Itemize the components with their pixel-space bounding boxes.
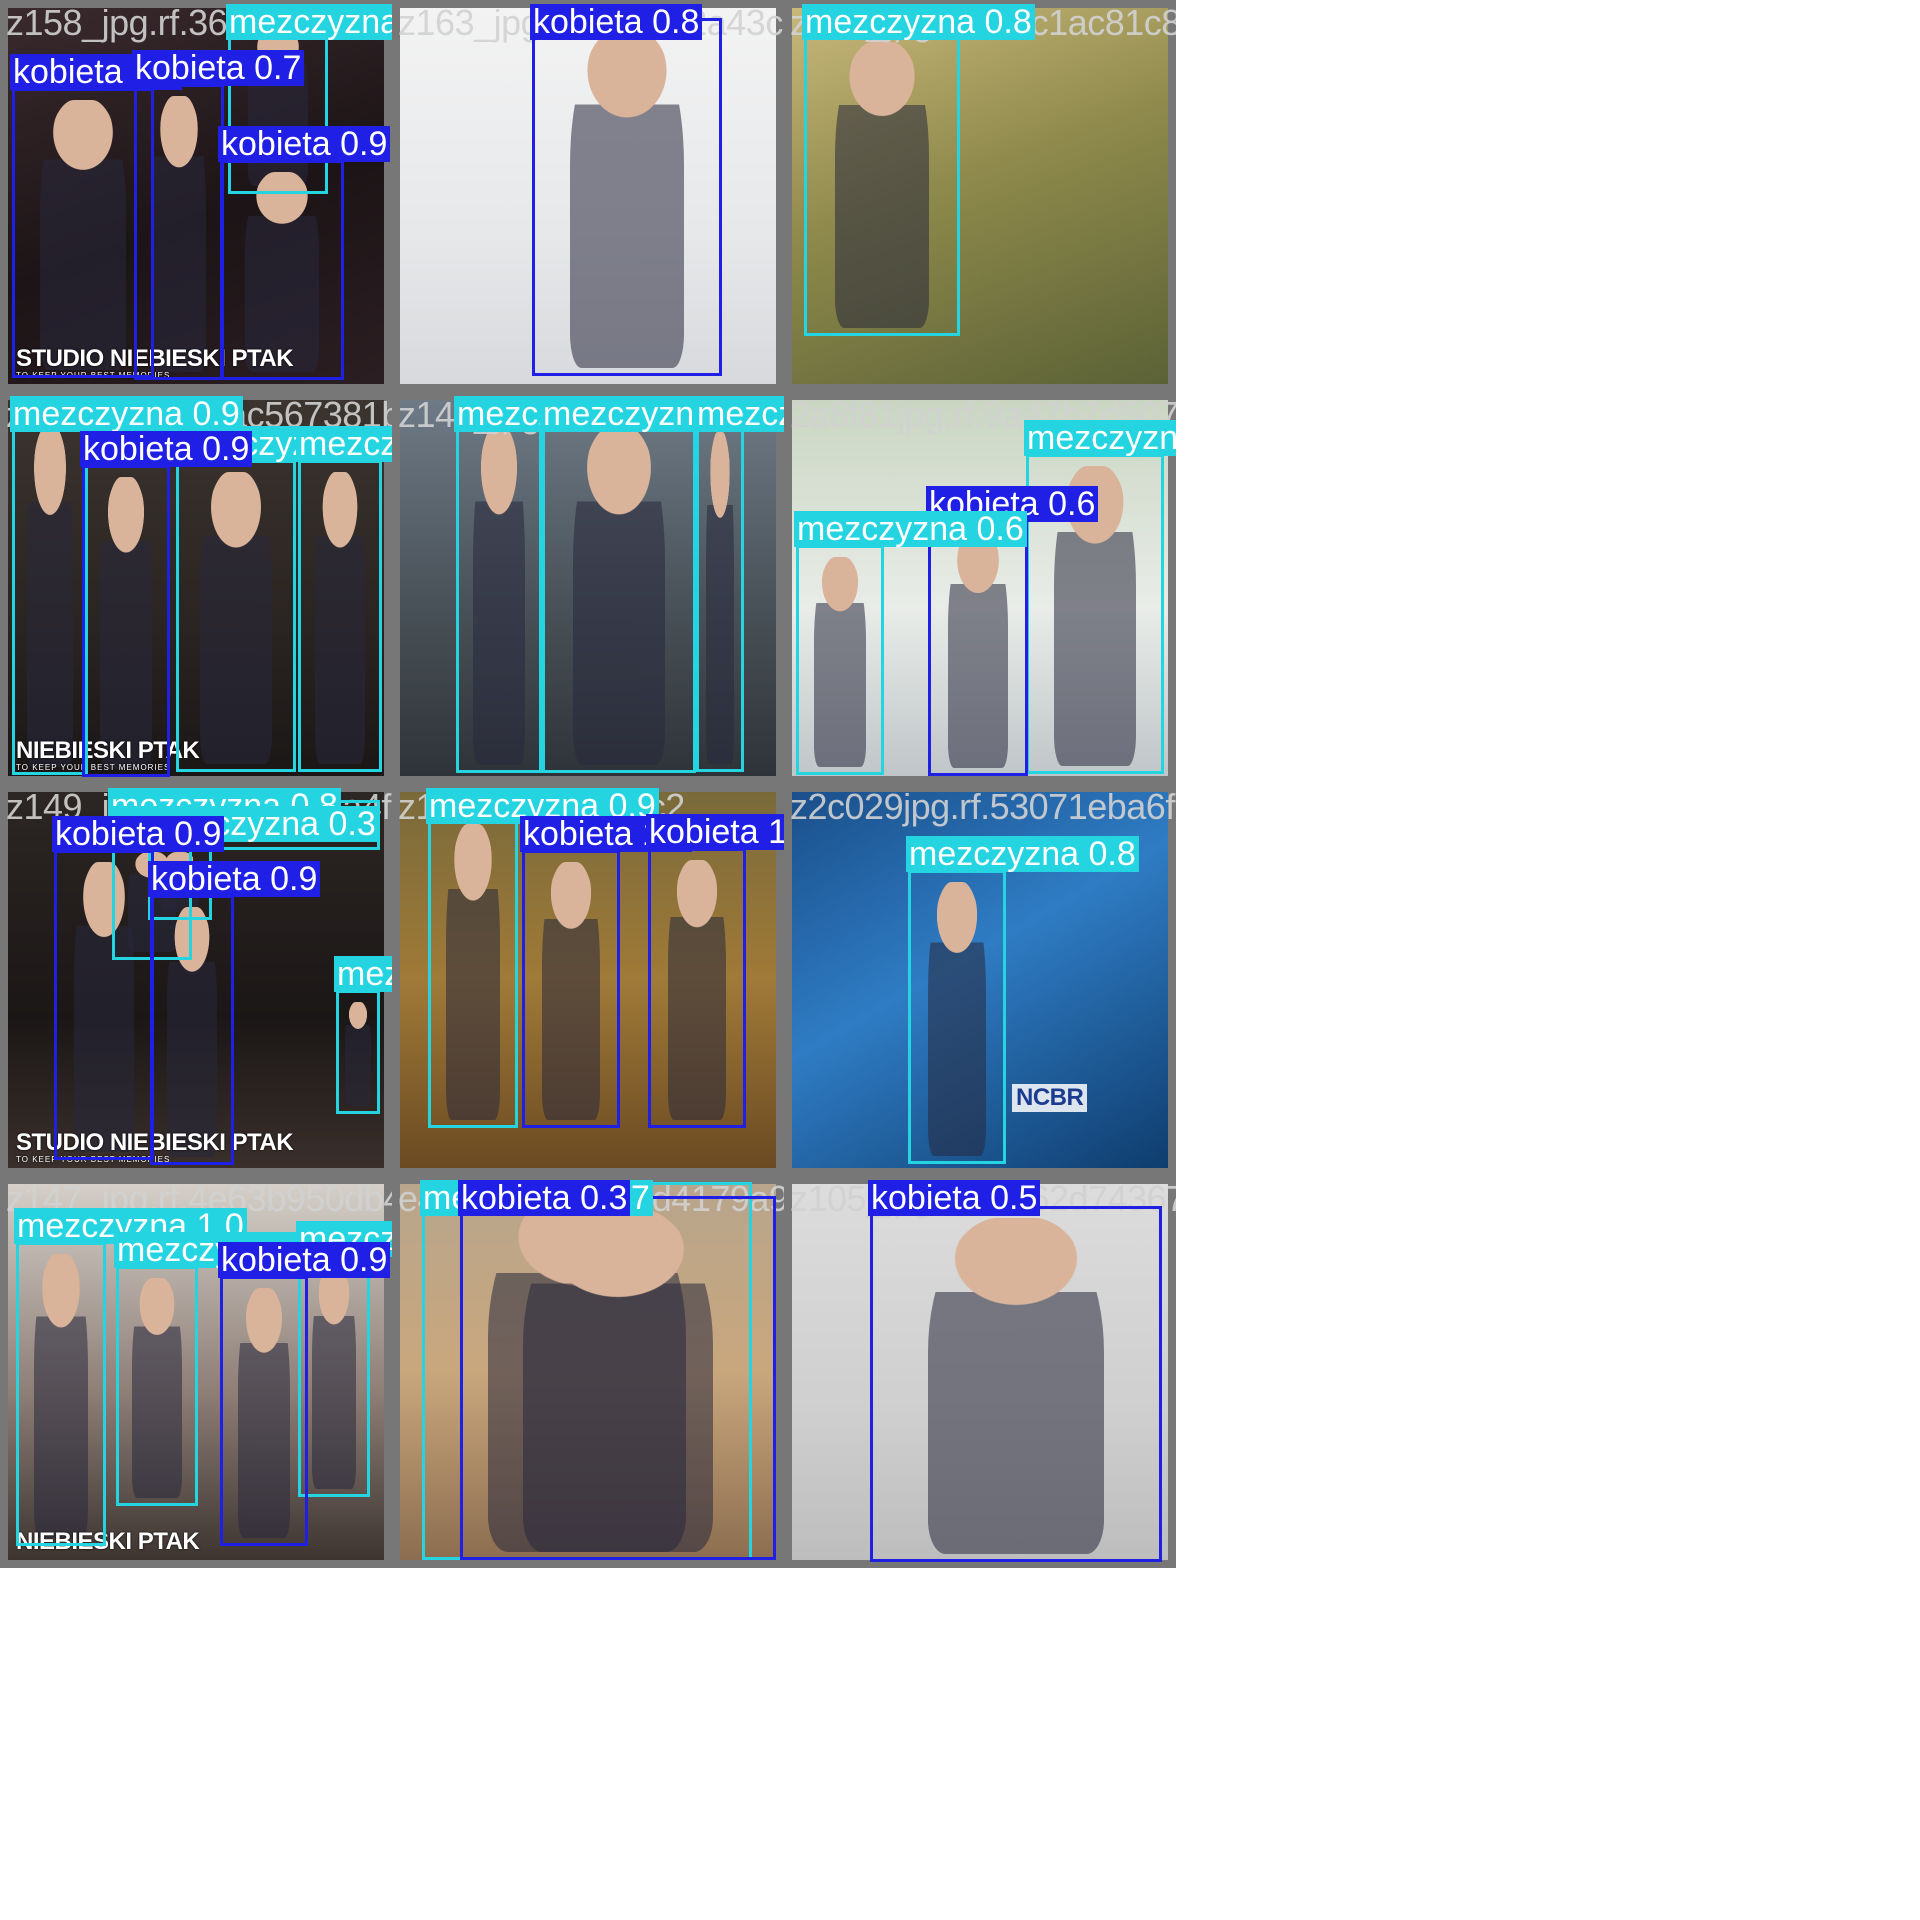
bbox-kobieta — [532, 18, 722, 376]
detection-label: kobieta 0.3 — [458, 1180, 631, 1216]
detection-label: kobieta 0.8 — [530, 4, 703, 40]
bbox-mezczyzna — [116, 1266, 198, 1506]
detection-tile: z105_jpg.rf.3dff62d743677520896ffbf1dkob… — [784, 1176, 1176, 1568]
bbox-mezczyzna — [696, 420, 744, 772]
bbox-mezczyzna — [298, 460, 382, 772]
detection-tile: z149_jpg.rf.b8c2e3d1a4f5STUDIO NIEBIESKI… — [0, 784, 392, 1176]
detection-tile: 2a8f81jpg.rf.9a47b7d507ef042bedff5d8ce2e… — [784, 392, 1176, 784]
bbox-mezczyzna — [456, 415, 542, 773]
detection-tile: z147_jpg.rf.4e63b950db44b5NIEBIESKI PTAK… — [0, 1176, 392, 1568]
bbox-kobieta — [870, 1206, 1162, 1562]
detection-tile: z158_jpg.rf.36ec3d4f9762e5bfd173f8b0d4b3… — [0, 0, 392, 392]
bbox-kobieta — [54, 850, 154, 1160]
detection-label: kobieta 1.0 — [646, 814, 784, 850]
bbox-kobieta — [12, 88, 154, 378]
bbox-mezczyzna — [542, 415, 696, 773]
bbox-mezczyzna — [298, 1255, 370, 1497]
detection-mosaic: z158_jpg.rf.36ec3d4f9762e5bfd173f8b0d4b3… — [0, 0, 1440, 1568]
slide-logo: NCBR — [1012, 1084, 1088, 1112]
detection-label: kobieta 0.9 — [148, 861, 321, 897]
detection-tile: z2c029jpg.rf.53071eba6f77f5286c4d1436664… — [784, 784, 1176, 1176]
detection-tile: e4b6b67ab5759d4179a9ac84mezczyzna 0.7kob… — [392, 1176, 784, 1568]
image-filename: z2c029jpg.rf.53071eba6f77f5286c4d1436664… — [790, 786, 1176, 827]
detection-tile: z140_jpg.rf.7a3e9c5b1d2f38mezczyzna 0.4m… — [392, 392, 784, 784]
detection-label: mezczyzna 0.5 — [226, 4, 392, 40]
bbox-kobieta — [648, 848, 746, 1128]
detection-label: mezczyzna 0.9 — [296, 426, 392, 462]
detection-label: kobieta 0.9 — [52, 816, 225, 852]
detection-label: mezczyzna 0.4 — [694, 396, 784, 432]
bbox-mezczyzna — [908, 870, 1006, 1164]
bbox-kobieta — [220, 1276, 308, 1546]
bbox-kobieta — [220, 160, 344, 380]
detection-label: kobieta 0.7 — [132, 50, 305, 86]
detection-label: kobieta 0.9 — [218, 1242, 391, 1278]
bbox-kobieta — [522, 850, 620, 1128]
bbox-kobieta — [150, 895, 234, 1165]
detection-label: kobieta 0.9 — [218, 126, 391, 162]
detection-label: mezczyzna 0.8 — [802, 4, 1035, 40]
detection-label: mezczyzna 0.3 — [334, 956, 392, 992]
detection-label: kobieta 0.9 — [80, 431, 253, 467]
bbox-kobieta — [928, 520, 1028, 776]
bbox-kobieta — [460, 1196, 776, 1560]
detection-label: mezczyzna 0.7 — [1024, 420, 1176, 456]
detection-label: kobieta 0.5 — [868, 1180, 1041, 1216]
detection-label: mezczyzna 0.8 — [906, 836, 1139, 872]
bbox-mezczyzna — [16, 1242, 106, 1546]
bbox-mezczyzna — [12, 415, 88, 775]
bbox-mezczyzna — [336, 990, 380, 1114]
bbox-mezczyzna — [428, 812, 518, 1128]
bbox-mezczyzna — [804, 30, 960, 336]
detection-tile: z162_jpg.rf.31ec1ac81c8fdd48e326b5788466… — [784, 0, 1176, 392]
detection-tile: z1e4c1b8541a7c2mezczyzna 0.9kobieta 1.0k… — [392, 784, 784, 1176]
detection-label: mezczyzna 0.6 — [794, 511, 1027, 547]
bbox-kobieta — [82, 465, 170, 777]
bbox-kobieta — [134, 84, 224, 380]
detection-tile: z163_jpg.rf.a7b1f22a43c6d3bc5f2e8d4ackob… — [392, 0, 784, 392]
detection-tile: z154_jpg.rf.89ac567381b2f3a1NIEBIESKI PT… — [0, 392, 392, 784]
bbox-mezczyzna — [176, 460, 296, 772]
bbox-mezczyzna — [796, 545, 884, 775]
